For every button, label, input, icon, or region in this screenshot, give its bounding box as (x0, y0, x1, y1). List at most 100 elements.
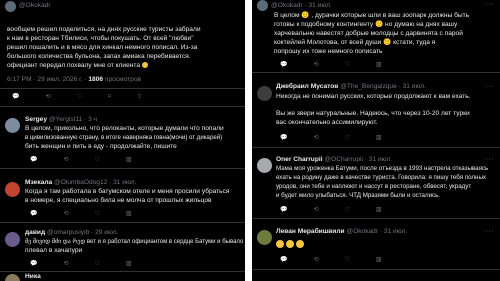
views-icon[interactable]: ▥ (126, 210, 132, 217)
reply-line: коктейлей Молотова, от всей души 🙂 кстат… (274, 39, 436, 46)
reply-author-name[interactable]: давид (25, 229, 45, 236)
post-view-label: просмотров (103, 76, 141, 83)
post-view-count: 1806 (88, 76, 104, 83)
reply-icon[interactable]: 💬 (30, 210, 37, 217)
reply-line: Никогда не понимал русских, которые прод… (276, 93, 471, 100)
avatar[interactable] (5, 1, 16, 12)
reply-author-handle[interactable]: @OlumbaOdog12 · 31 июл. (54, 179, 136, 186)
avatar[interactable] (5, 232, 20, 247)
reply-line: В целом 🙂 , дурачки которые шли в ваш зо… (274, 12, 470, 19)
reply-line: ехать на родину даже в качестве туриста.… (276, 174, 486, 181)
reply-author-name[interactable]: Oner Charrupii (276, 156, 323, 163)
reply-icon[interactable]: 💬 (280, 61, 287, 68)
views-icon[interactable]: ▥ (126, 260, 132, 267)
reply-icon[interactable]: 💬 (280, 134, 287, 141)
like-icon[interactable]: ♡ (345, 61, 350, 68)
avatar[interactable] (5, 274, 20, 281)
reply-author-handle[interactable]: @omarpusiyib · 29 июл. (47, 229, 118, 236)
reply-action-bar: 💬 ⟲ ♡ ▥ (30, 156, 132, 163)
bookmark-icon[interactable]: ⌑ (108, 93, 111, 100)
more-options-icon[interactable]: ··· (486, 156, 495, 163)
reply-action-bar: 💬 ⟲ ♡ ▥ (30, 210, 132, 217)
more-options-icon[interactable]: ··· (486, 228, 495, 235)
avatar[interactable] (257, 158, 272, 173)
retweet-icon[interactable]: ⟲ (63, 156, 68, 163)
reply-author-handle[interactable]: @OCharrupii · 31 июл. (324, 156, 392, 163)
reply-line: и будет мило улыбаться. ЧТД Мразями были… (276, 192, 441, 199)
avatar[interactable] (257, 0, 268, 11)
more-options-icon[interactable]: ··· (486, 1, 495, 8)
right-thread-panel: @Okokadr · 31 июл. ··· В целом 🙂 , дурач… (252, 0, 500, 281)
reply-line: Вы же звери натуральные. Надеюсь, что че… (276, 110, 470, 117)
avatar[interactable] (5, 182, 20, 197)
reply-line: готовы к подобному контингенту 🙂 но дума… (274, 21, 458, 28)
views-icon[interactable]: ▥ (376, 61, 382, 68)
main-post-line-text: официант передал похвалу мне от клиента (7, 62, 141, 69)
main-post-line: вообщем решил поделиться, на днях русски… (7, 26, 201, 33)
avatar[interactable] (257, 230, 272, 245)
views-icon[interactable]: ▥ (376, 134, 382, 141)
views-icon[interactable]: ▥ (376, 256, 382, 263)
like-icon[interactable]: ♡ (345, 134, 350, 141)
smile-emoji-icon (295, 240, 304, 248)
reply-icon[interactable]: 💬 (30, 156, 37, 163)
reply-author-handle[interactable]: @The_Bengalzque · 31 июл. (340, 83, 426, 90)
post-meta: 6:17 PM · 29 июл. 2026 г. · 1806 просмот… (7, 76, 141, 85)
reply-line: вас окончательно ассимилируют. (276, 119, 378, 126)
reply-author-handle[interactable]: @Yergist11 · 3 ч (49, 116, 97, 123)
retweet-icon[interactable]: ⟲ (313, 134, 318, 141)
reply-line: მე მივიდ მძი და რედ вет и я работал офиц… (25, 239, 244, 245)
reply-author-name[interactable]: Мзекала (25, 179, 52, 186)
main-post-line: официант передал похвалу мне от клиента (7, 62, 148, 71)
post-author-handle[interactable]: @Okokadr · 31 июл. (271, 2, 332, 11)
like-icon[interactable]: ♡ (77, 93, 82, 100)
reply-header: Леван Мерабишвили @Okokadr · 31 июл. (276, 228, 407, 237)
like-icon[interactable]: ♡ (345, 256, 350, 263)
reply-header: Мзекала @OlumbaOdog12 · 31 июл. (25, 179, 136, 188)
reply-icon[interactable]: 💬 (280, 256, 287, 263)
avatar[interactable] (5, 118, 20, 133)
reply-action-bar: 💬 ⟲ ♡ ▥ (30, 260, 132, 267)
retweet-icon[interactable]: ⟲ (313, 256, 318, 263)
reply-header: Sergey @Yergist11 · 3 ч (25, 116, 97, 125)
reply-icon[interactable]: 💬 (280, 206, 287, 213)
reply-line: уродов, они тебе и наплюют и нассут в ре… (276, 183, 472, 190)
post-author-handle[interactable]: @Okokadr (19, 2, 51, 11)
reply-action-bar: 💬 ⟲ ♡ ▥ (280, 61, 382, 68)
main-post-line: большого количества бульона, запах амиак… (7, 53, 191, 60)
reply-author-name[interactable]: Sergey (25, 116, 47, 123)
main-post-line: к нам в ресторан Тбилиси, чтобы покушать… (7, 35, 194, 42)
reply-author-name[interactable]: Джебраил Мусатов (276, 83, 338, 90)
views-icon[interactable]: ▥ (126, 156, 132, 163)
retweet-icon[interactable]: ⟲ (45, 93, 50, 100)
retweet-icon[interactable]: ⟲ (63, 210, 68, 217)
post-action-bar: 💬 ⟲ ♡ ⌑ ⇪ (12, 93, 142, 100)
reply-line: Когда я там работала в батумском отеле и… (25, 188, 230, 195)
reply-line: В целом, прикольно, что релоканты, котор… (25, 125, 224, 132)
like-icon[interactable]: ♡ (95, 210, 100, 217)
more-options-icon[interactable]: ··· (486, 83, 495, 90)
like-icon[interactable]: ♡ (345, 206, 350, 213)
share-icon[interactable]: ⇪ (137, 93, 142, 100)
reply-line: в цивилизованную страну, в итоге наверня… (25, 134, 223, 141)
reply-header: давид @omarpusiyib · 29 июл. (25, 229, 118, 238)
retweet-icon[interactable]: ⟲ (313, 206, 318, 213)
views-icon[interactable]: ▥ (376, 206, 382, 213)
like-icon[interactable]: ♡ (95, 156, 100, 163)
reply-action-bar: 💬 ⟲ ♡ ▥ (280, 206, 382, 213)
reply-author-handle[interactable]: @Okokadr · 31 июл. (346, 228, 407, 235)
retweet-icon[interactable]: ⟲ (63, 260, 68, 267)
reply-icon[interactable]: 💬 (12, 93, 19, 100)
smile-emoji-icon (141, 62, 148, 69)
reply-icon[interactable]: 💬 (30, 260, 37, 267)
reply-header: Ника (25, 273, 41, 281)
like-icon[interactable]: ♡ (95, 260, 100, 267)
reply-line: Мама моя уроженка Батуми, после отъезда … (276, 165, 489, 172)
avatar[interactable] (257, 86, 272, 101)
retweet-icon[interactable]: ⟲ (313, 61, 318, 68)
post-timestamp[interactable]: 6:17 PM · 29 июл. 2026 г. · (7, 76, 88, 83)
reply-author-name[interactable]: Леван Мерабишвили (276, 228, 345, 235)
reply-header: Джебраил Мусатов @The_Bengalzque · 31 ию… (276, 83, 426, 92)
reply-author-name[interactable]: Ника (25, 273, 41, 280)
smile-emoji-icon (285, 240, 294, 248)
